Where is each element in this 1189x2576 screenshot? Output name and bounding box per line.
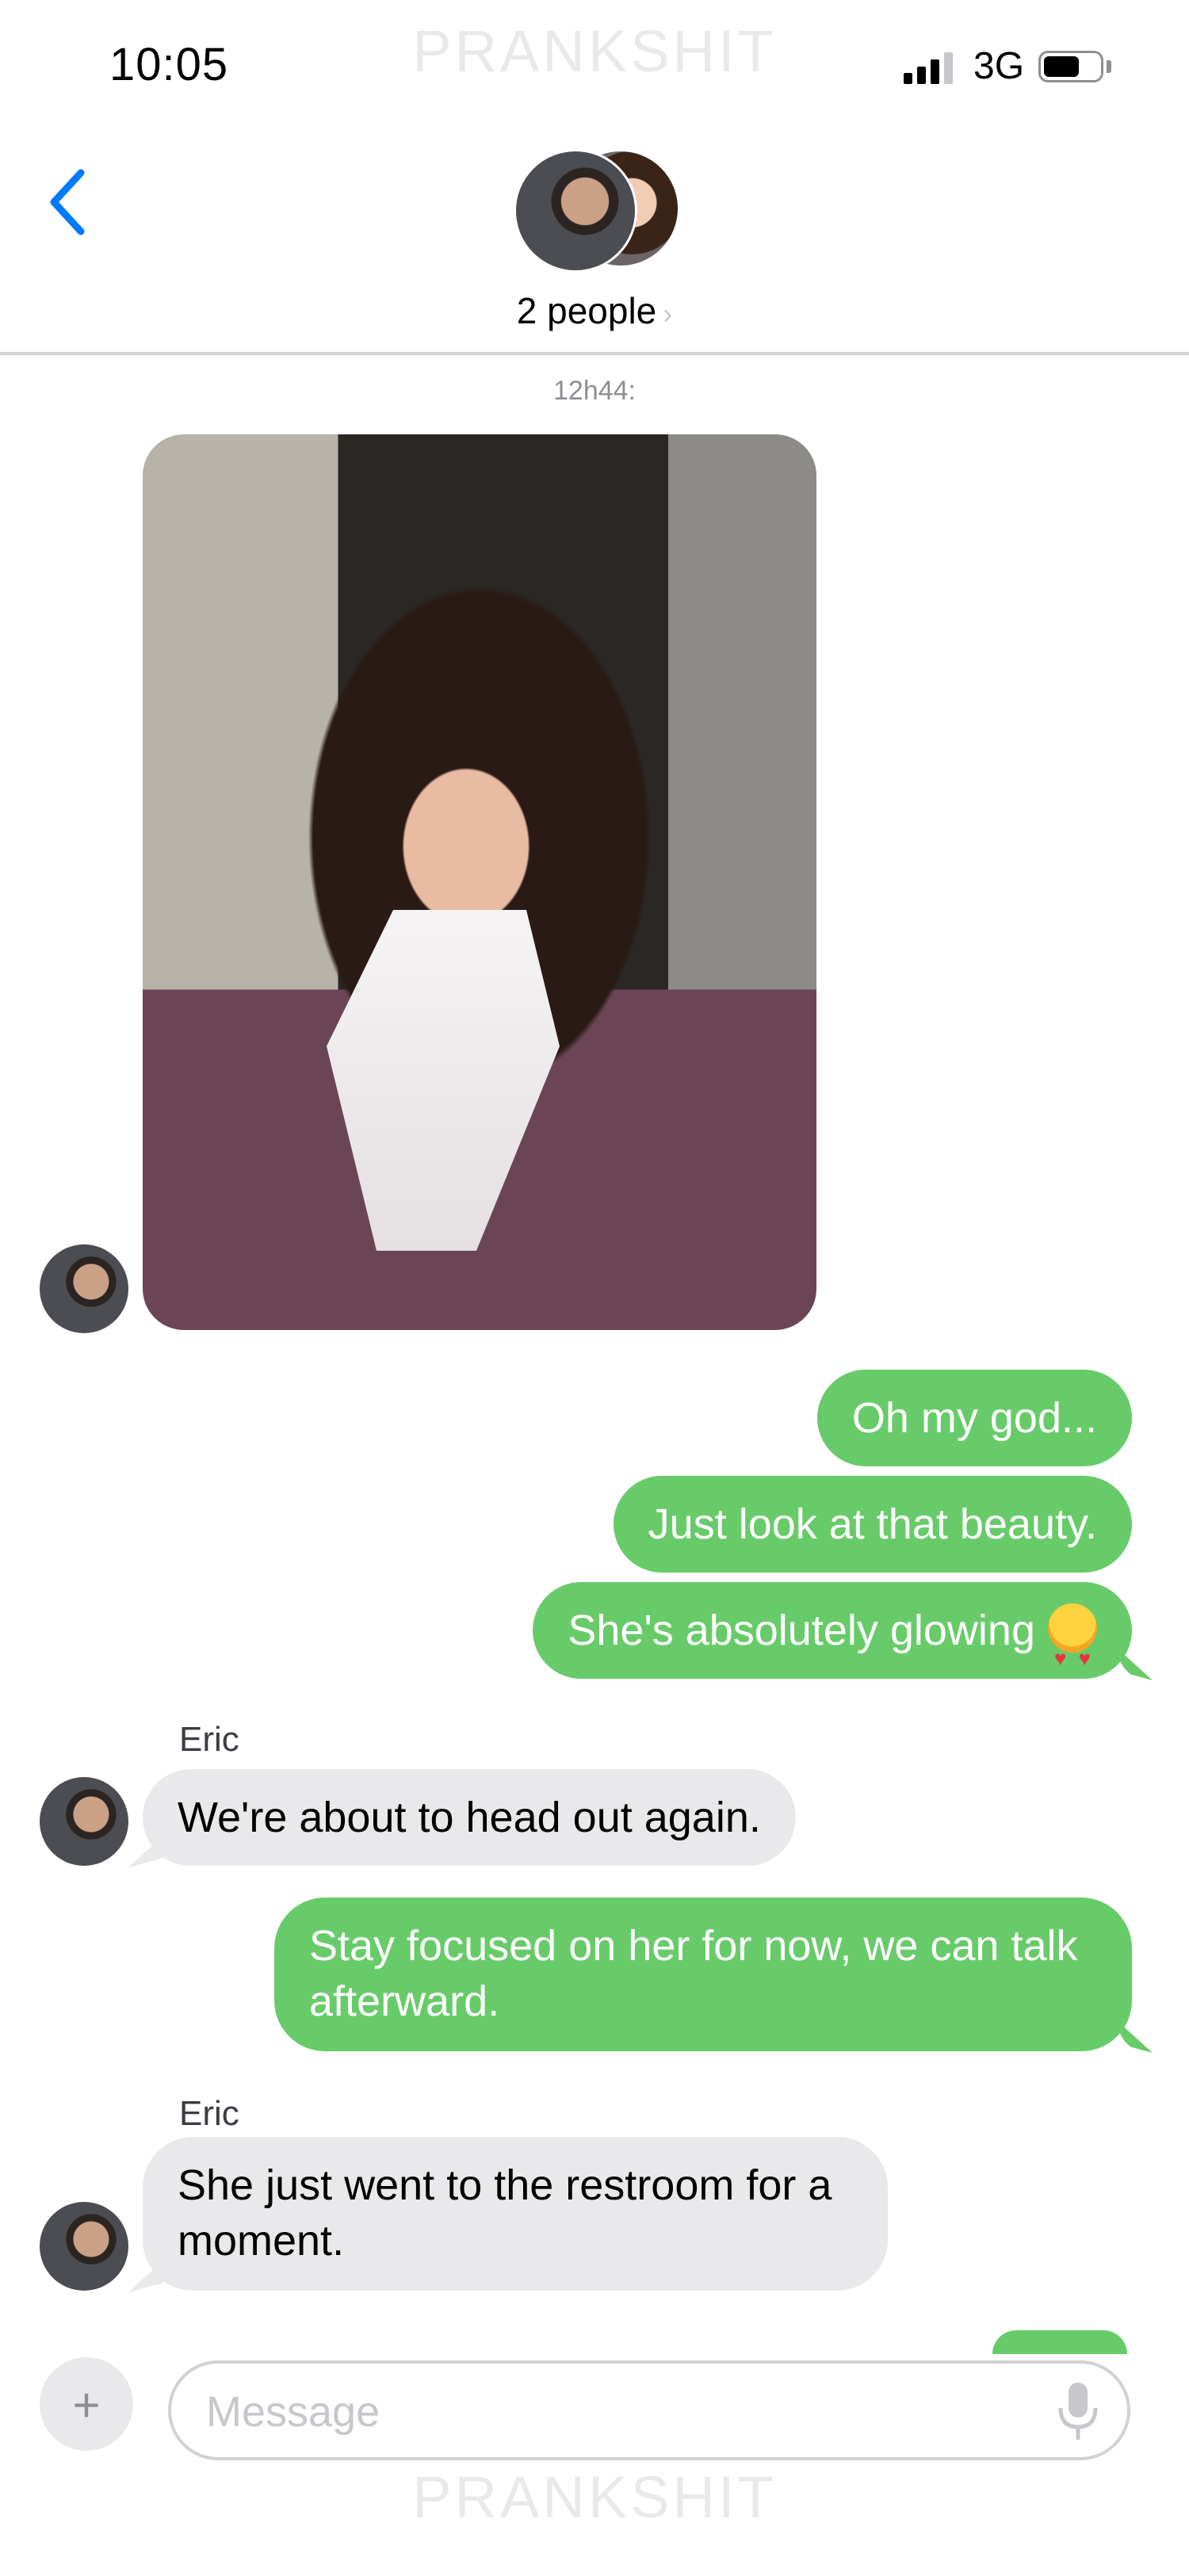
back-chevron-icon[interactable] — [44, 166, 92, 238]
partial-outgoing-message — [992, 2330, 1127, 2354]
header-divider — [0, 352, 1189, 355]
contact-avatar[interactable] — [40, 1244, 128, 1333]
group-avatar[interactable] — [514, 149, 680, 273]
battery-tip-icon — [1107, 60, 1111, 73]
message-placeholder: Message — [206, 2388, 380, 2436]
group-title[interactable]: 2 people › — [0, 289, 1189, 332]
watermark-bottom: PRANKSHIT — [412, 2464, 777, 2530]
add-attachment-button[interactable]: + — [40, 2357, 133, 2451]
chevron-right-icon: › — [663, 297, 673, 330]
photo-detail — [327, 910, 560, 1251]
network-label: 3G — [973, 45, 1025, 87]
sender-name: Eric — [179, 1720, 239, 1759]
outgoing-message[interactable]: Just look at that beauty. — [613, 1476, 1132, 1573]
message-text: She's absolutely glowing — [568, 1607, 1035, 1654]
outgoing-tail — [1118, 2021, 1153, 2053]
outgoing-tail — [1118, 1649, 1153, 1680]
incoming-message[interactable]: We're about to head out again. — [143, 1769, 796, 1866]
plus-icon: + — [72, 2379, 101, 2432]
avatar-man — [514, 149, 637, 273]
microphone-icon[interactable] — [1057, 2381, 1099, 2444]
heart-eyes-emoji-icon — [1048, 1603, 1097, 1707]
outgoing-message[interactable]: Stay focused on her for now, we can talk… — [274, 1898, 1132, 2051]
outgoing-message[interactable]: Oh my god... — [816, 1370, 1132, 1466]
people-count-label: 2 people — [516, 290, 657, 331]
photo-message[interactable] — [143, 434, 816, 1330]
signal-icon — [904, 49, 956, 84]
contact-avatar[interactable] — [40, 2202, 128, 2291]
conversation-timestamp: 12h44: — [553, 376, 636, 406]
outgoing-message[interactable]: She's absolutely glowing — [533, 1582, 1132, 1707]
battery-icon — [1038, 51, 1103, 82]
sender-name: Eric — [179, 2094, 239, 2133]
incoming-message[interactable]: She just went to the restroom for a mome… — [143, 2137, 888, 2291]
contact-avatar[interactable] — [40, 1777, 128, 1866]
